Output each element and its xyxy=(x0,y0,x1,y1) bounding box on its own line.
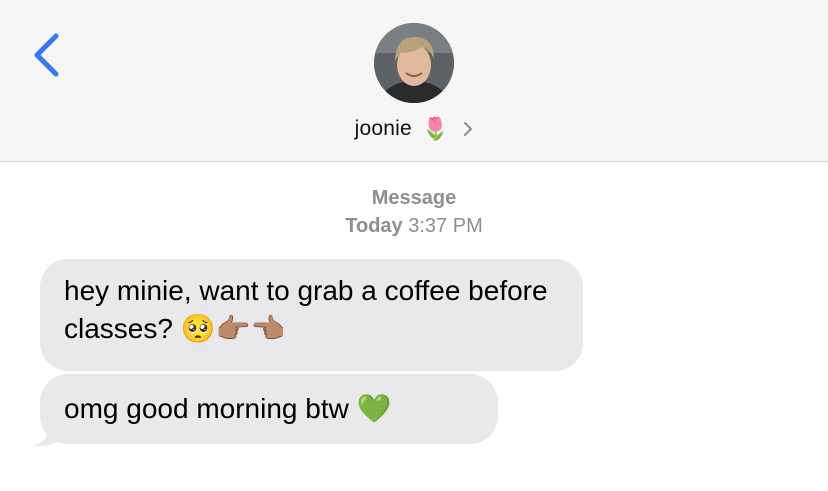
message-bubble[interactable]: omg good morning btw 💚 xyxy=(40,374,498,444)
message-text: omg good morning btw xyxy=(64,393,349,424)
contact-avatar[interactable] xyxy=(374,23,454,103)
message-bubble[interactable]: hey minie, want to grab a coffee before … xyxy=(40,259,583,371)
tulip-emoji: 🌷 xyxy=(421,116,450,142)
message-emoji: 💚 xyxy=(356,392,392,425)
timestamp-day: Today xyxy=(345,215,403,237)
conversation-header: joonie 🌷 xyxy=(0,0,828,162)
service-label: Message xyxy=(371,187,457,209)
chevron-right-icon xyxy=(464,122,473,136)
timestamp: Today 3:37 PM xyxy=(0,215,828,238)
back-chevron-icon[interactable] xyxy=(28,30,68,80)
message-text: hey minie, want to grab a coffee before … xyxy=(64,275,548,344)
avatar-photo-icon xyxy=(374,23,454,103)
contact-name-button[interactable]: joonie 🌷 xyxy=(0,112,828,146)
message-emoji: 🥺👉🏽👈🏽 xyxy=(180,312,286,345)
contact-name: joonie xyxy=(354,117,412,140)
timestamp-time: 3:37 PM xyxy=(408,215,483,237)
